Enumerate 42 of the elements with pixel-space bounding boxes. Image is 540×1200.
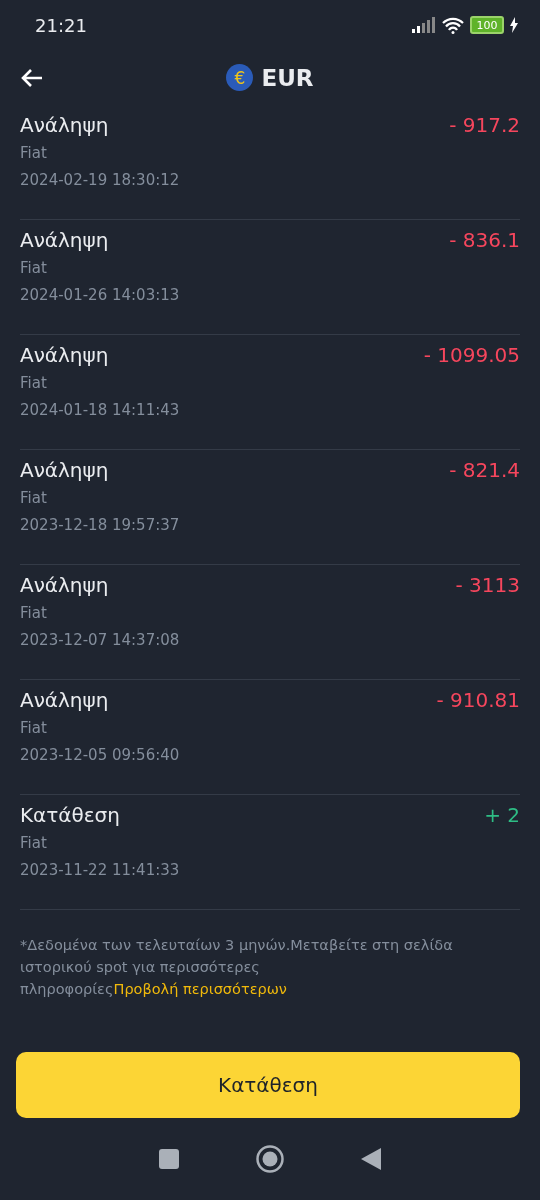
transaction-date: 2023-12-05 09:56:40 bbox=[20, 746, 181, 764]
transaction-title: Ανάληψη bbox=[20, 113, 109, 137]
history-note: *Δεδομένα των τελευταίων 3 μηνών.Μεταβείτε στη σελίδα ιστορικού spot για περισσότερες πληροφορίες Προβολή περισσότερων bbox=[20, 936, 454, 999]
transaction-type: Fiat bbox=[20, 604, 48, 622]
wifi-icon bbox=[442, 16, 464, 34]
transaction-date: 2024-01-26 14:03:13 bbox=[20, 286, 181, 304]
transaction-title: Ανάληψη bbox=[20, 343, 109, 367]
transaction-date: 2023-12-07 14:37:08 bbox=[20, 631, 181, 649]
transaction-type: Fiat bbox=[20, 489, 48, 507]
euro-coin-icon: € bbox=[226, 64, 254, 91]
transaction-date: 2023-12-18 19:57:37 bbox=[20, 516, 181, 534]
transaction-amount: + 2 bbox=[484, 803, 520, 827]
transaction-title: Ανάληψη bbox=[20, 688, 109, 712]
home-icon[interactable] bbox=[256, 1145, 284, 1173]
transaction-type: Fiat bbox=[20, 834, 48, 852]
transaction-amount: - 3113 bbox=[455, 573, 520, 597]
battery-icon: 100 bbox=[470, 16, 504, 34]
transaction-amount: - 1099.05 bbox=[423, 343, 520, 367]
clock-time: 21:21 bbox=[35, 14, 88, 36]
transaction-type: Fiat bbox=[20, 144, 48, 162]
deposit-button[interactable]: Κατάθεση bbox=[16, 1052, 520, 1118]
transaction-date: 2023-11-22 11:41:33 bbox=[20, 861, 181, 879]
transaction-type: Fiat bbox=[20, 259, 48, 277]
transaction-title: Ανάληψη bbox=[20, 228, 109, 252]
transaction-title: Ανάληψη bbox=[20, 573, 109, 597]
transaction-date: 2024-02-19 18:30:12 bbox=[20, 171, 181, 189]
transaction-amount: - 910.81 bbox=[436, 688, 520, 712]
transaction-amount: - 917.2 bbox=[449, 113, 520, 137]
signal-icon bbox=[412, 17, 436, 33]
transaction-amount: - 821.4 bbox=[449, 458, 520, 482]
recents-icon[interactable] bbox=[158, 1149, 179, 1169]
transaction-date: 2024-01-18 14:11:43 bbox=[20, 401, 181, 419]
transaction-amount: - 836.1 bbox=[449, 228, 520, 252]
transaction-type: Fiat bbox=[20, 374, 48, 392]
page-title: EUR bbox=[261, 64, 314, 91]
transaction-title: Ανάληψη bbox=[20, 458, 109, 482]
back-icon[interactable] bbox=[20, 67, 44, 88]
charging-icon bbox=[510, 17, 518, 33]
view-more-link[interactable]: Προβολή περισσότερων bbox=[113, 981, 287, 997]
back-nav-icon[interactable] bbox=[361, 1148, 382, 1170]
transaction-type: Fiat bbox=[20, 719, 48, 737]
transaction-title: Κατάθεση bbox=[20, 803, 120, 827]
